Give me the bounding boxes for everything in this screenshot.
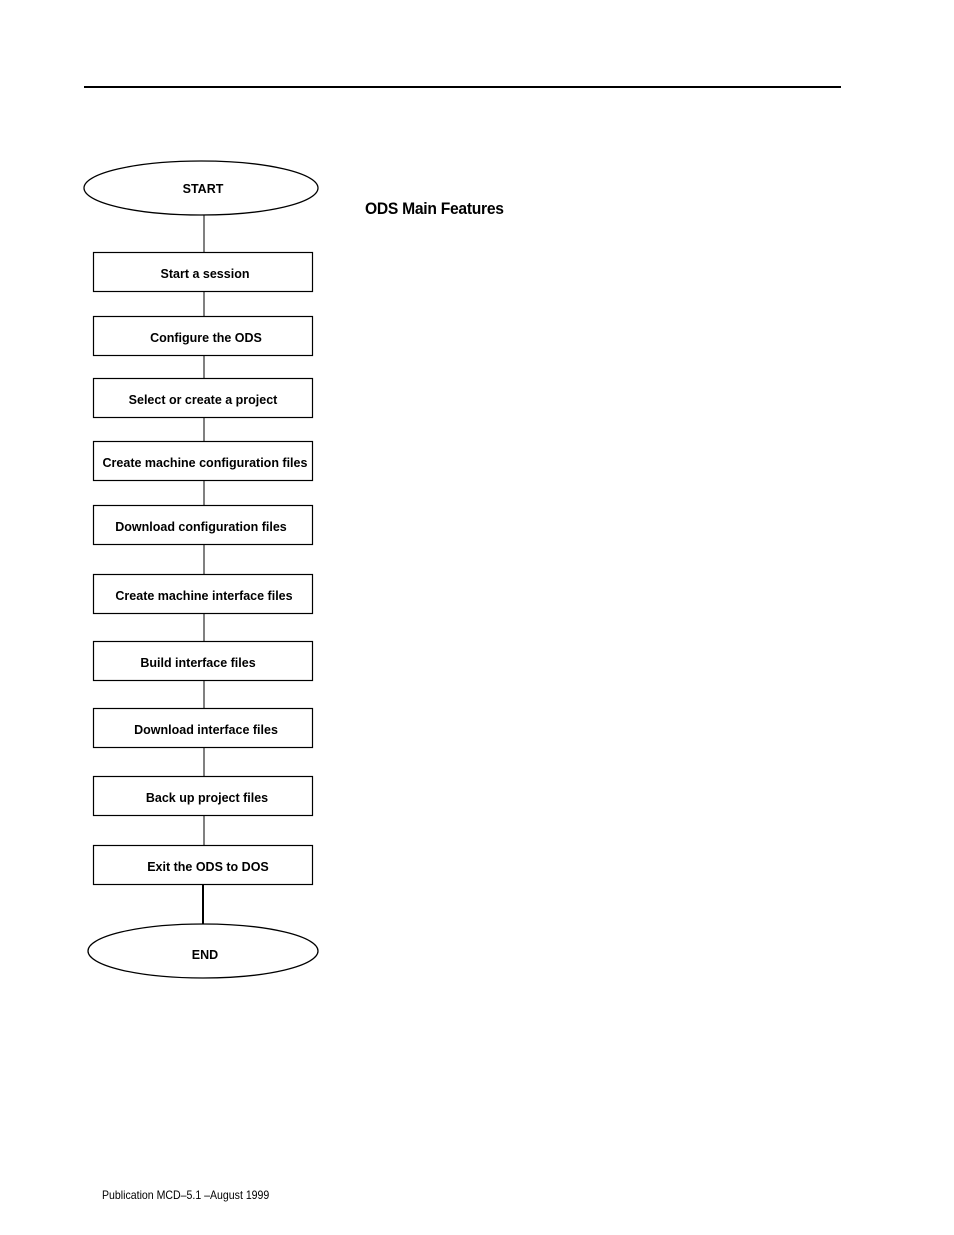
process-step: Back up project files xyxy=(92,775,314,817)
process-step-label: Build interface files xyxy=(140,656,255,670)
start-label: START xyxy=(183,182,224,196)
start-terminator: START xyxy=(83,160,319,216)
flowchart: START Start a session Configure the ODS Se… xyxy=(83,160,319,979)
process-step: Build interface files xyxy=(92,640,314,682)
section-title: ODS Main Features xyxy=(365,199,504,218)
process-step: Start a session xyxy=(92,251,314,293)
publication-footer: Publication MCD–5.1 –August 1999 xyxy=(102,1188,270,1202)
process-step-label: Back up project files xyxy=(146,791,268,805)
process-step: Exit the ODS to DOS xyxy=(92,844,314,886)
process-steps: Start a session Configure the ODS Select o… xyxy=(92,215,314,886)
process-step: Select or create a project xyxy=(92,377,314,419)
process-step: Create machine interface files xyxy=(92,573,314,615)
process-step-label: Download interface files xyxy=(134,723,278,737)
end-label: END xyxy=(192,948,218,962)
process-step-label: Exit the ODS to DOS xyxy=(147,860,269,874)
process-step: Download interface files xyxy=(92,707,314,749)
process-step: Download configuration files xyxy=(92,504,314,546)
process-step: Configure the ODS xyxy=(92,315,314,357)
process-step-label: Create machine interface files xyxy=(115,589,292,603)
end-terminator: END xyxy=(87,884,319,979)
process-step: Create machine configuration files xyxy=(92,440,314,482)
process-step-label: Download configuration files xyxy=(115,520,287,534)
process-step-label: Start a session xyxy=(161,267,250,281)
process-step-label: Select or create a project xyxy=(129,393,279,407)
process-step-label: Configure the ODS xyxy=(150,331,262,345)
process-step-label: Create machine configuration files xyxy=(103,456,308,470)
